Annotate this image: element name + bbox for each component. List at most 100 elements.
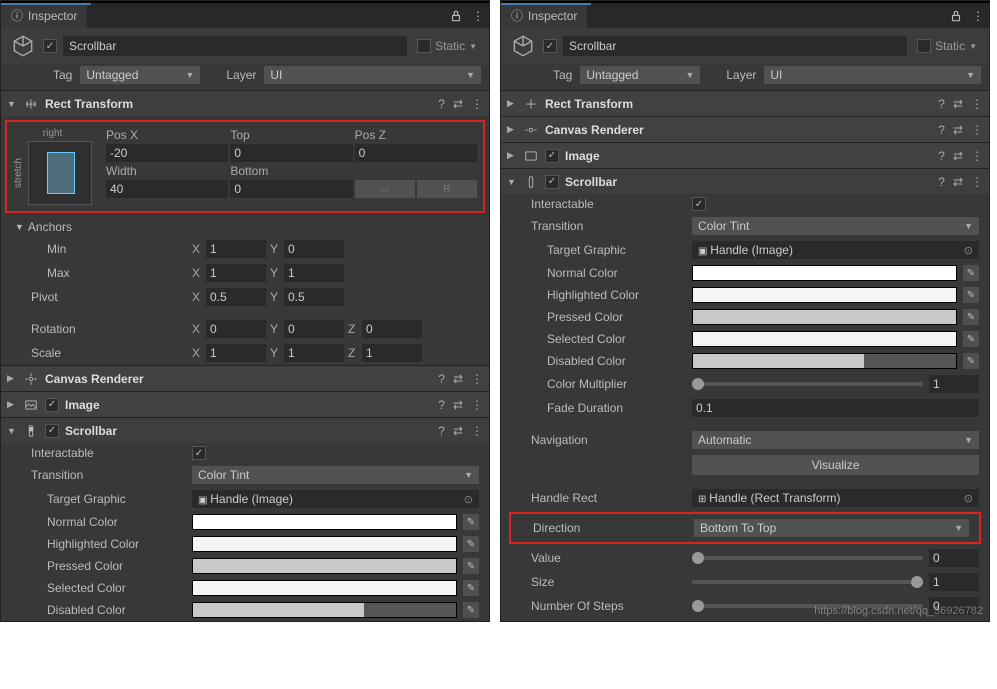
tag-dropdown[interactable]: Untagged▼ xyxy=(80,66,200,84)
rect-transform-header[interactable]: ▼ Rect Transform ?⇄⋮ xyxy=(1,90,489,116)
canvas-renderer-header[interactable]: ▶ Canvas Renderer ?⇄⋮ xyxy=(1,365,489,391)
eyedropper-icon[interactable]: ✎ xyxy=(463,558,479,574)
layer-dropdown[interactable]: UI▼ xyxy=(264,66,481,84)
static-checkbox[interactable] xyxy=(917,39,931,53)
image-enable-checkbox[interactable] xyxy=(545,149,559,163)
image-header[interactable]: ▶ Image ?⇄⋮ xyxy=(1,391,489,417)
direction-dropdown[interactable]: Bottom To Top▼ xyxy=(694,519,969,537)
max-y[interactable] xyxy=(284,264,344,282)
color-multiplier-input[interactable] xyxy=(929,375,979,393)
transition-dropdown[interactable]: Color Tint▼ xyxy=(692,217,979,235)
posz-input[interactable] xyxy=(355,144,477,162)
raw-mode-button[interactable]: R xyxy=(417,180,477,198)
kebab-icon[interactable]: ⋮ xyxy=(971,175,983,189)
handle-rect-field[interactable]: ⊞ Handle (Rect Transform)⊙ xyxy=(692,489,979,507)
pressed-color-swatch[interactable] xyxy=(692,309,957,325)
help-icon[interactable]: ? xyxy=(938,97,945,111)
foldout-icon[interactable]: ▼ xyxy=(507,177,517,187)
selected-color-swatch[interactable] xyxy=(692,331,957,347)
bottom-input[interactable] xyxy=(230,180,352,198)
value-slider[interactable] xyxy=(692,556,923,560)
transition-dropdown[interactable]: Color Tint▼ xyxy=(192,466,479,484)
interactable-checkbox[interactable] xyxy=(692,197,706,211)
scrollbar-enable-checkbox[interactable] xyxy=(545,175,559,189)
kebab-icon[interactable]: ⋮ xyxy=(471,424,483,438)
rect-transform-header[interactable]: ▶ Rect Transform ?⇄⋮ xyxy=(501,90,989,116)
preset-icon[interactable]: ⇄ xyxy=(453,424,463,438)
scrollbar-header[interactable]: ▼ Scrollbar ?⇄⋮ xyxy=(1,417,489,443)
preset-icon[interactable]: ⇄ xyxy=(953,123,963,137)
eyedropper-icon[interactable]: ✎ xyxy=(963,331,979,347)
kebab-icon[interactable]: ⋮ xyxy=(471,372,483,386)
active-checkbox[interactable] xyxy=(43,39,57,53)
scrollbar-header[interactable]: ▼ Scrollbar ?⇄⋮ xyxy=(501,168,989,194)
eyedropper-icon[interactable]: ✎ xyxy=(463,580,479,596)
foldout-icon[interactable]: ▶ xyxy=(507,124,517,135)
scale-x[interactable] xyxy=(206,344,266,362)
selected-color-swatch[interactable] xyxy=(192,580,457,596)
help-icon[interactable]: ? xyxy=(438,372,445,386)
disabled-color-swatch[interactable] xyxy=(192,602,457,618)
eyedropper-icon[interactable]: ✎ xyxy=(963,353,979,369)
help-icon[interactable]: ? xyxy=(438,424,445,438)
size-slider[interactable] xyxy=(692,580,923,584)
help-icon[interactable]: ? xyxy=(938,123,945,137)
eyedropper-icon[interactable]: ✎ xyxy=(963,287,979,303)
min-y[interactable] xyxy=(284,240,344,258)
anchor-preset-button[interactable] xyxy=(28,141,92,205)
kebab-icon[interactable]: ⋮ xyxy=(471,398,483,412)
menu-icon[interactable]: ⋮ xyxy=(469,7,487,25)
min-x[interactable] xyxy=(206,240,266,258)
foldout-icon[interactable]: ▼ xyxy=(7,426,17,436)
foldout-icon[interactable]: ▶ xyxy=(7,373,17,384)
help-icon[interactable]: ? xyxy=(438,398,445,412)
help-icon[interactable]: ? xyxy=(938,175,945,189)
tag-dropdown[interactable]: Untagged▼ xyxy=(580,66,700,84)
preset-icon[interactable]: ⇄ xyxy=(453,372,463,386)
size-input[interactable] xyxy=(929,573,979,591)
kebab-icon[interactable]: ⋮ xyxy=(471,97,483,111)
kebab-icon[interactable]: ⋮ xyxy=(971,97,983,111)
target-graphic-field[interactable]: ▣ Handle (Image)⊙ xyxy=(692,241,979,259)
tab-inspector[interactable]: ⓘ Inspector xyxy=(1,3,87,28)
rot-y[interactable] xyxy=(284,320,344,338)
normal-color-swatch[interactable] xyxy=(192,514,457,530)
lock-icon[interactable] xyxy=(947,7,965,25)
help-icon[interactable]: ? xyxy=(438,97,445,111)
width-input[interactable] xyxy=(106,180,228,198)
navigation-dropdown[interactable]: Automatic▼ xyxy=(692,431,979,449)
static-dropdown[interactable]: Static ▼ xyxy=(913,39,981,53)
tab-inspector[interactable]: ⓘ Inspector xyxy=(501,3,587,28)
highlighted-color-swatch[interactable] xyxy=(192,536,457,552)
foldout-icon[interactable]: ▶ xyxy=(507,98,517,109)
eyedropper-icon[interactable]: ✎ xyxy=(463,536,479,552)
kebab-icon[interactable]: ⋮ xyxy=(971,149,983,163)
foldout-icon[interactable]: ▶ xyxy=(7,399,17,410)
disabled-color-swatch[interactable] xyxy=(692,353,957,369)
gameobject-name-input[interactable] xyxy=(63,36,407,56)
scale-y[interactable] xyxy=(284,344,344,362)
foldout-icon[interactable]: ▼ xyxy=(7,99,17,109)
highlighted-color-swatch[interactable] xyxy=(692,287,957,303)
scrollbar-enable-checkbox[interactable] xyxy=(45,424,59,438)
pressed-color-swatch[interactable] xyxy=(192,558,457,574)
pivot-y[interactable] xyxy=(284,288,344,306)
posx-input[interactable] xyxy=(106,144,228,162)
preset-icon[interactable]: ⇄ xyxy=(953,149,963,163)
eyedropper-icon[interactable]: ✎ xyxy=(963,265,979,281)
blueprint-mode-button[interactable]: ▭ xyxy=(355,180,415,198)
layer-dropdown[interactable]: UI▼ xyxy=(764,66,981,84)
interactable-checkbox[interactable] xyxy=(192,446,206,460)
help-icon[interactable]: ? xyxy=(938,149,945,163)
gameobject-name-input[interactable] xyxy=(563,36,907,56)
top-input[interactable] xyxy=(230,144,352,162)
image-enable-checkbox[interactable] xyxy=(45,398,59,412)
normal-color-swatch[interactable] xyxy=(692,265,957,281)
kebab-icon[interactable]: ⋮ xyxy=(971,123,983,137)
fade-duration-input[interactable] xyxy=(692,399,979,417)
pivot-x[interactable] xyxy=(206,288,266,306)
image-header[interactable]: ▶ Image ?⇄⋮ xyxy=(501,142,989,168)
preset-icon[interactable]: ⇄ xyxy=(453,398,463,412)
eyedropper-icon[interactable]: ✎ xyxy=(463,514,479,530)
target-graphic-field[interactable]: ▣ Handle (Image)⊙ xyxy=(192,490,479,508)
